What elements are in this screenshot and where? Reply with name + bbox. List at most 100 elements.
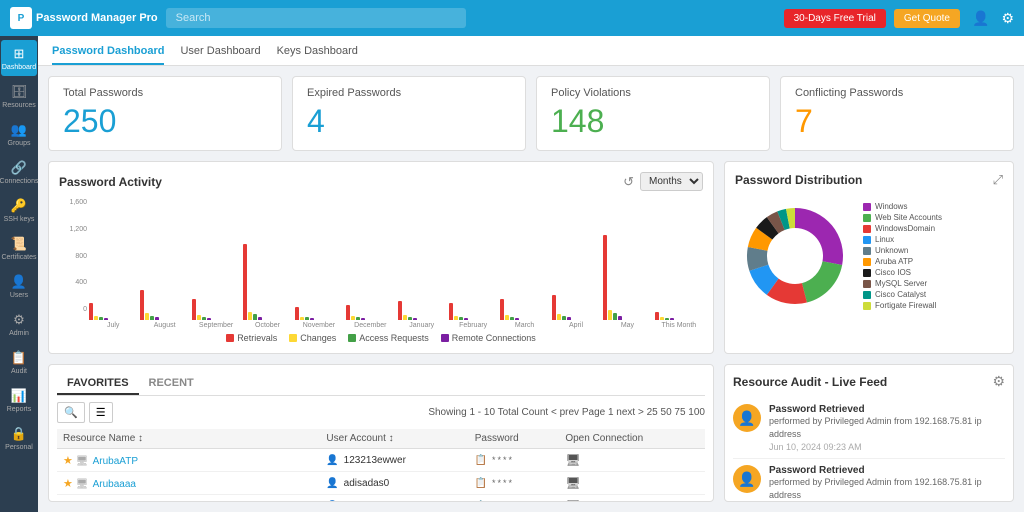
resources-icon: 🗄 <box>11 84 28 100</box>
open-connection-icon[interactable]: 🖥 <box>565 476 580 490</box>
sidebar-label-sshkeys: SSH keys <box>4 216 35 223</box>
sidebar-item-admin[interactable]: ⚙ Admin <box>1 306 37 342</box>
live-feed-gear-icon[interactable]: ⚙ <box>992 373 1005 390</box>
period-select[interactable]: Months Weeks Days <box>640 172 703 191</box>
sidebar-item-dashboard[interactable]: ⊞ Dashboard <box>1 40 37 76</box>
password-icon: 📋 <box>475 501 487 503</box>
table-row: ★ 🖥 US-HRLQ05 👤 Sam11 📋 **** 🖥 <box>57 495 705 503</box>
search-input[interactable] <box>166 8 466 28</box>
profile-icon[interactable]: 👤 <box>972 10 989 27</box>
star-icon[interactable]: ★ <box>63 455 73 467</box>
sidebar-item-sshkeys[interactable]: 🔑 SSH keys <box>1 192 37 228</box>
password-cell: 📋 **** <box>469 472 560 495</box>
donut-legend-dot <box>863 214 871 222</box>
legend-label-retrievals: Retrievals <box>237 333 277 343</box>
bar <box>140 290 144 320</box>
legend-dot-access <box>348 334 356 342</box>
resource-link[interactable]: US-HRLQ05 <box>93 502 149 503</box>
app-name: Password Manager Pro <box>36 12 158 24</box>
distribution-card: Password Distribution ⤢ WindowsWeb Site … <box>724 161 1014 354</box>
legend-remote: Remote Connections <box>441 333 536 343</box>
table-view-button[interactable]: ☰ <box>89 402 113 423</box>
admin-icon: ⚙ <box>13 312 25 328</box>
sidebar-label-dashboard: Dashboard <box>2 64 36 71</box>
sidebar-item-reports[interactable]: 📊 Reports <box>1 382 37 418</box>
conflicting-value: 7 <box>795 103 999 140</box>
donut-content: WindowsWeb Site AccountsWindowsDomainLin… <box>735 196 1003 316</box>
donut-svg <box>735 196 855 316</box>
password-dots: **** <box>492 455 514 465</box>
total-passwords-value: 250 <box>63 103 267 140</box>
logo-icon: P <box>10 7 32 29</box>
stat-cards-row: Total Passwords 250 Expired Passwords 4 … <box>48 76 1014 151</box>
resource-link[interactable]: Arubaaaa <box>93 479 136 490</box>
col-header-connection: Open Connection <box>559 429 705 449</box>
donut-legend-label: Fortigate Firewall <box>875 301 936 310</box>
sidebar-item-users[interactable]: 👤 Users <box>1 268 37 304</box>
tab-keys-dashboard[interactable]: Keys Dashboard <box>277 39 358 65</box>
sidebar-label-connections: Connections <box>0 178 38 185</box>
favorites-table: Resource Name ↕ User Account ↕ Password … <box>57 429 705 502</box>
bar <box>89 303 93 320</box>
trial-button[interactable]: 30-Days Free Trial <box>784 9 886 28</box>
bar <box>305 317 309 320</box>
bar-group <box>346 305 394 320</box>
donut-legend: WindowsWeb Site AccountsWindowsDomainLin… <box>863 202 942 310</box>
sidebar-item-certificates[interactable]: 📜 Certificates <box>1 230 37 266</box>
resource-type-icon: 🖥 <box>76 479 89 490</box>
feed-avatar: 👤 <box>733 465 761 493</box>
bar <box>459 317 463 320</box>
bar <box>505 315 509 320</box>
user-cell: 👤 123213ewwer <box>320 449 468 472</box>
open-connection-icon[interactable]: 🖥 <box>565 499 580 502</box>
bar-group <box>603 235 651 320</box>
resource-link[interactable]: ArubaATP <box>93 456 138 467</box>
quote-button[interactable]: Get Quote <box>894 9 960 28</box>
tab-recent[interactable]: RECENT <box>139 373 204 395</box>
bar <box>150 316 154 320</box>
bar <box>515 318 519 320</box>
sidebar-item-resources[interactable]: 🗄 Resources <box>1 78 37 114</box>
feed-action: Password Retrieved <box>769 465 1005 476</box>
violations-label: Policy Violations <box>551 87 755 99</box>
live-feed-card: Resource Audit - Live Feed ⚙ 👤 Password … <box>724 364 1014 502</box>
chart-legend: Retrievals Changes Access Requests <box>59 333 703 343</box>
top-navigation: P Password Manager Pro 30-Days Free Tria… <box>0 0 1024 36</box>
bar <box>361 318 365 320</box>
settings-icon[interactable]: ⚙ <box>1001 10 1014 27</box>
star-icon[interactable]: ★ <box>63 501 73 503</box>
donut-header: Password Distribution ⤢ <box>735 172 1003 188</box>
resource-cell: ★ 🖥 ArubaATP <box>57 449 320 472</box>
donut-legend-item: Cisco Catalyst <box>863 290 942 299</box>
donut-expand-icon[interactable]: ⤢ <box>993 172 1003 188</box>
mid-row: Password Activity ↺ Months Weeks Days <box>48 161 1014 354</box>
tab-password-dashboard[interactable]: Password Dashboard <box>52 39 164 65</box>
sidebar-item-groups[interactable]: 👥 Groups <box>1 116 37 152</box>
bar <box>449 303 453 320</box>
tab-user-dashboard[interactable]: User Dashboard <box>180 39 260 65</box>
sidebar-label-groups: Groups <box>8 140 31 147</box>
x-axis-label: December <box>346 322 394 329</box>
table-search-button[interactable]: 🔍 <box>57 402 85 423</box>
sidebar-item-personal[interactable]: 🔒 Personal <box>1 420 37 456</box>
bar <box>155 317 159 320</box>
open-connection-icon[interactable]: 🖥 <box>565 453 580 467</box>
connection-cell: 🖥 <box>559 472 705 495</box>
donut-legend-dot <box>863 247 871 255</box>
star-icon[interactable]: ★ <box>63 478 73 490</box>
tab-favorites[interactable]: FAVORITES <box>57 373 139 395</box>
feed-time: Jun 10, 2024 09:23 AM <box>769 442 1005 452</box>
x-axis-label: October <box>243 322 291 329</box>
col-header-password: Password <box>469 429 560 449</box>
sidebar-item-audit[interactable]: 📋 Audit <box>1 344 37 380</box>
donut-legend-item: Fortigate Firewall <box>863 301 942 310</box>
donut-legend-dot <box>863 269 871 277</box>
bar <box>99 317 103 320</box>
feed-content: Password Retrieved performed by Privileg… <box>769 404 1005 452</box>
refresh-icon[interactable]: ↺ <box>623 174 634 190</box>
bar <box>660 317 664 320</box>
bar <box>207 318 211 320</box>
sidebar-item-connections[interactable]: 🔗 Connections <box>1 154 37 190</box>
violations-value: 148 <box>551 103 755 140</box>
users-icon: 👤 <box>11 274 27 290</box>
